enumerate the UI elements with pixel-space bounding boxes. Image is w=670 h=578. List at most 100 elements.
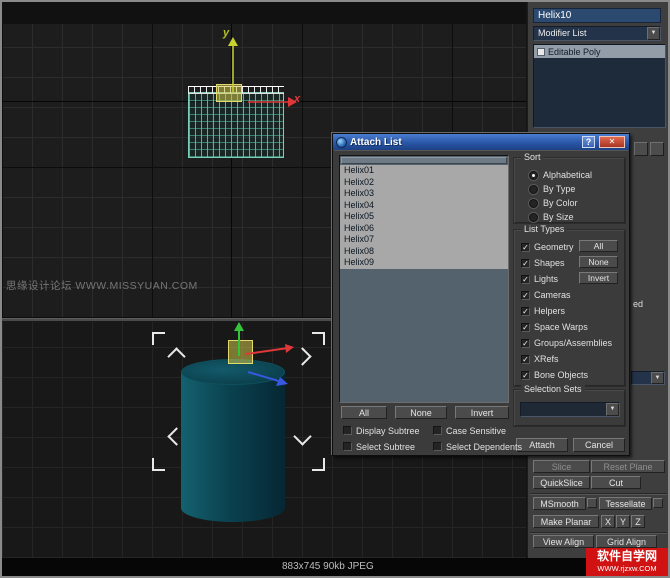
- option-label: Display Subtree: [356, 425, 420, 436]
- quickslice-button[interactable]: QuickSlice: [533, 476, 590, 489]
- invert-filter-button[interactable]: Invert: [579, 272, 618, 284]
- chevron-down-icon[interactable]: ▼: [651, 372, 664, 384]
- checkbox-icon[interactable]: ✓: [521, 306, 530, 316]
- checkbox-icon[interactable]: ✓: [521, 274, 530, 284]
- cancel-button[interactable]: Cancel: [573, 438, 625, 452]
- list-type-groups-assemblies[interactable]: ✓ Groups/Assemblies: [514, 335, 625, 351]
- make-planar-button[interactable]: Make Planar: [533, 515, 599, 528]
- none-selection-button[interactable]: None: [395, 406, 447, 419]
- checkbox-icon[interactable]: [433, 442, 442, 451]
- dialog-title: Attach List: [350, 136, 402, 148]
- object-list-header: [341, 157, 507, 164]
- x-button[interactable]: X: [601, 515, 615, 528]
- checkbox-icon[interactable]: ✓: [521, 370, 530, 380]
- checkbox-icon[interactable]: ✓: [521, 354, 530, 364]
- all-filter-button[interactable]: All: [579, 240, 618, 252]
- stack-tool-button[interactable]: [634, 142, 648, 156]
- checkbox-icon[interactable]: ✓: [521, 258, 530, 268]
- checkbox-icon[interactable]: [433, 426, 442, 435]
- cut-button[interactable]: Cut: [591, 476, 641, 489]
- modifier-list-dropdown[interactable]: Modifier List ▼: [533, 26, 661, 41]
- attach-button[interactable]: Attach: [516, 438, 568, 452]
- none-filter-button[interactable]: None: [579, 256, 618, 268]
- radio-icon[interactable]: [529, 198, 538, 208]
- y-button[interactable]: Y: [616, 515, 630, 528]
- y-axis-label: y: [223, 27, 230, 39]
- checkbox-icon[interactable]: ✓: [521, 242, 530, 252]
- radio-icon[interactable]: [529, 184, 538, 194]
- msmooth-button[interactable]: MSmooth: [533, 497, 586, 510]
- radio-icon[interactable]: [529, 212, 538, 222]
- sort-option-alphabetical[interactable]: Alphabetical: [514, 168, 625, 182]
- stack-tool-button[interactable]: [650, 142, 664, 156]
- selection-bracket: [167, 347, 186, 366]
- stack-item-label: Editable Poly: [548, 46, 601, 57]
- list-types-group-label: List Types: [521, 224, 568, 234]
- close-icon[interactable]: ✕: [599, 136, 625, 148]
- badge-url: WWW.rjzxw.COM: [597, 564, 657, 573]
- modifier-stack[interactable]: Editable Poly: [533, 44, 666, 128]
- attach-list-item[interactable]: Helix06: [340, 222, 508, 234]
- list-type-label: Shapes: [534, 258, 565, 268]
- checkbox-icon[interactable]: ✓: [521, 338, 530, 348]
- stack-item-editable-poly[interactable]: Editable Poly: [534, 45, 665, 58]
- option-label: Select Dependents: [446, 441, 523, 452]
- sort-option-by-color[interactable]: By Color: [514, 196, 625, 210]
- checkbox-icon[interactable]: ✓: [521, 290, 530, 300]
- object-list[interactable]: Helix01 Helix02 Helix03 Helix04 Helix05 Helix…: [339, 155, 509, 403]
- attach-list-item[interactable]: Helix09: [340, 257, 508, 269]
- checkbox-icon[interactable]: [343, 442, 352, 451]
- list-type-label: Geometry: [534, 242, 574, 252]
- object-name-field[interactable]: Helix10: [533, 8, 661, 23]
- list-type-xrefs[interactable]: ✓ XRefs: [514, 351, 625, 367]
- sort-option-by-type[interactable]: By Type: [514, 182, 625, 196]
- reset-plane-button[interactable]: Reset Plane: [591, 460, 665, 473]
- sort-option-label: Alphabetical: [543, 170, 593, 180]
- dialog-titlebar[interactable]: Attach List ? ✕: [333, 134, 629, 150]
- panel-separator: [530, 493, 667, 495]
- z-button[interactable]: Z: [631, 515, 645, 528]
- attach-list-item[interactable]: Helix02: [340, 176, 508, 188]
- selection-sets-dropdown[interactable]: ▼: [520, 402, 620, 417]
- help-button[interactable]: ?: [582, 136, 595, 148]
- selection-bracket: [152, 458, 165, 471]
- badge-title: 软件自学网: [596, 549, 657, 563]
- list-type-space-warps[interactable]: ✓ Space Warps: [514, 319, 625, 335]
- all-selection-button[interactable]: All: [341, 406, 387, 419]
- sort-option-by-size[interactable]: By Size: [514, 210, 625, 224]
- attach-list-item[interactable]: Helix04: [340, 199, 508, 211]
- checkbox-icon[interactable]: ✓: [521, 322, 530, 332]
- attach-list-item[interactable]: Helix03: [340, 188, 508, 200]
- slice-button[interactable]: Slice: [533, 460, 590, 473]
- grid-align-button[interactable]: Grid Align: [596, 535, 657, 548]
- option-label: Select Subtree: [356, 441, 416, 452]
- option-select-subtree[interactable]: Select Subtree: [343, 441, 415, 452]
- radio-icon[interactable]: [529, 170, 538, 180]
- msmooth-settings-button[interactable]: [587, 498, 597, 508]
- panel-dropdown[interactable]: ▼: [631, 371, 665, 385]
- x-axis-label: x: [294, 93, 301, 105]
- selection-sets-value: [521, 403, 606, 416]
- checkbox-icon[interactable]: [343, 426, 352, 435]
- list-type-helpers[interactable]: ✓ Helpers: [514, 303, 625, 319]
- selection-bracket: [312, 332, 325, 345]
- attach-list-item[interactable]: Helix01: [340, 165, 508, 177]
- tessellate-settings-button[interactable]: [653, 498, 663, 508]
- selection-sets-group: Selection Sets ▼: [513, 384, 626, 427]
- tessellate-button[interactable]: Tessellate: [599, 497, 652, 510]
- attach-list-icon: [336, 136, 347, 148]
- option-display-subtree[interactable]: Display Subtree: [343, 425, 420, 436]
- attach-list-item[interactable]: Helix07: [340, 234, 508, 246]
- attach-list-item[interactable]: Helix08: [340, 245, 508, 257]
- option-select-dependents[interactable]: Select Dependents: [433, 441, 522, 452]
- selection-bracket: [152, 332, 165, 345]
- attach-list-item[interactable]: Helix05: [340, 211, 508, 223]
- list-type-label: Bone Objects: [534, 370, 589, 380]
- chevron-down-icon[interactable]: ▼: [647, 27, 660, 40]
- list-type-bone-objects[interactable]: ✓ Bone Objects: [514, 367, 625, 383]
- view-align-button[interactable]: View Align: [533, 535, 594, 548]
- invert-selection-button[interactable]: Invert: [455, 406, 509, 419]
- option-case-sensitive[interactable]: Case Sensitive: [433, 425, 506, 436]
- chevron-down-icon[interactable]: ▼: [606, 403, 619, 416]
- list-type-cameras[interactable]: ✓ Cameras: [514, 287, 625, 303]
